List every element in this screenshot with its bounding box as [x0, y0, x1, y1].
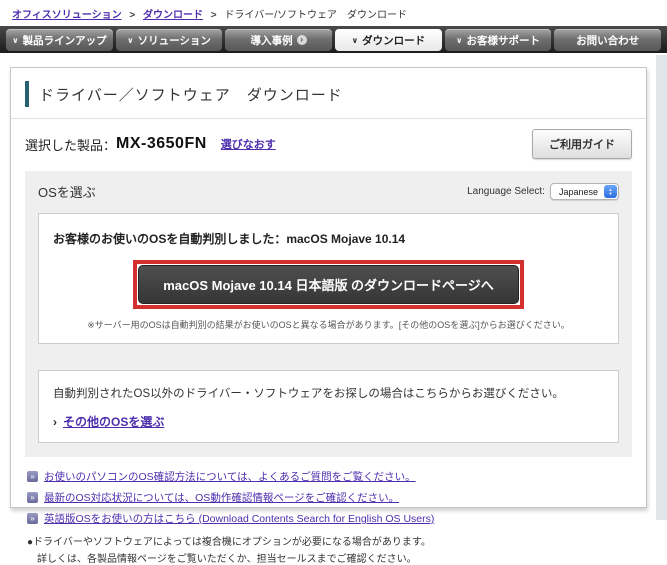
selected-product-row: 選択した製品： MX-3650FN 選びなおす ご利用ガイド — [11, 119, 646, 169]
other-os-box: 自動判別されたOS以外のドライバー・ソフトウェアをお探しの場合はこちらからお選び… — [38, 370, 619, 443]
breadcrumb-link-office-solution[interactable]: オフィスソリューション — [12, 10, 122, 21]
tab-case-studies[interactable]: 導入事例 › — [225, 29, 333, 51]
os-section-header: OSを選ぶ Language Select: Japanese ▲ ▼ — [38, 182, 619, 201]
main-nav: ∨ 製品ラインアップ ∨ ソリューション 導入事例 › ∨ ダウンロード ∨ お… — [0, 26, 667, 53]
footer-link-os-compatibility[interactable]: 最新のOS対応状況については、OS動作確認情報ページをご確認ください。 — [44, 490, 399, 505]
tab-label: お客様サポート — [466, 34, 541, 47]
other-os-link-row: › その他のOSを選ぶ — [53, 413, 604, 430]
language-select[interactable]: Japanese ▲ ▼ — [549, 183, 619, 200]
page-edge-strip — [656, 55, 667, 520]
content-panel: ドライバー／ソフトウェア ダウンロード 選択した製品： MX-3650FN 選び… — [10, 67, 647, 565]
help-links-area: » お使いのパソコンのOS確認方法については、よくあるご質問をご覧ください。 »… — [11, 467, 646, 565]
arrow-right-icon: › — [53, 414, 57, 429]
os-select-section: OSを選ぶ Language Select: Japanese ▲ ▼ お客様の… — [25, 171, 632, 457]
tab-solution[interactable]: ∨ ソリューション — [115, 29, 223, 51]
chevron-down-icon: ∨ — [351, 35, 359, 45]
link-arrow-icon: » — [27, 492, 38, 503]
detected-os-message: お客様のお使いのOSを自動判別しました：macOS Mojave 10.14 — [53, 232, 406, 246]
tab-label: 導入事例 — [250, 34, 293, 47]
tab-label: 製品ラインアップ — [22, 34, 107, 47]
os-section-title: OSを選ぶ — [38, 185, 96, 200]
tab-download[interactable]: ∨ ダウンロード — [335, 29, 442, 51]
usage-guide-button[interactable]: ご利用ガイド — [532, 129, 632, 159]
footer-link-row: » お使いのパソコンのOS確認方法については、よくあるご質問をご覧ください。 — [27, 469, 630, 484]
download-button-highlight-frame: macOS Mojave 10.14 日本語版 のダウンロードページへ — [133, 260, 524, 309]
reselect-product-link[interactable]: 選びなおす — [221, 136, 276, 152]
option-note-line1: ●ドライバーやソフトウェアによっては複合機にオプションが必要になる場合があります… — [27, 537, 431, 548]
footer-link-english-os[interactable]: 英語版OSをお使いの方はこちら (Download Contents Searc… — [44, 511, 434, 526]
option-note-line2: 詳しくは、各製品情報ページをご覧いただくか、担当セールスまでご確認ください。 — [37, 554, 417, 565]
language-select-group: Language Select: Japanese ▲ ▼ — [467, 183, 619, 200]
chevron-down-icon: ∨ — [127, 35, 134, 45]
select-arrows-icon: ▲ ▼ — [604, 185, 617, 198]
selected-product-name: MX-3650FN — [116, 135, 207, 152]
selected-product-label: 選択した製品： — [25, 137, 117, 153]
breadcrumb-separator: > — [129, 10, 136, 21]
breadcrumb-current: ドライバー/ソフトウェア ダウンロード — [224, 10, 407, 21]
language-select-label: Language Select: — [467, 186, 545, 197]
breadcrumb: オフィスソリューション > ダウンロード > ドライバー/ソフトウェア ダウンロ… — [0, 0, 667, 26]
title-accent-bar — [25, 81, 29, 107]
link-arrow-icon: » — [27, 471, 38, 482]
chevron-down-icon: ∨ — [456, 35, 463, 45]
select-down-arrow: ▼ — [608, 190, 613, 196]
tab-contact[interactable]: お問い合わせ — [554, 29, 662, 51]
tab-customer-support[interactable]: ∨ お客様サポート — [444, 29, 552, 51]
breadcrumb-link-download[interactable]: ダウンロード — [143, 10, 203, 21]
tab-label: ソリューション — [137, 34, 211, 47]
external-link-icon: › — [296, 35, 307, 45]
detected-os-box: お客様のお使いのOSを自動判別しました：macOS Mojave 10.14 m… — [38, 213, 619, 344]
os-download-page-button[interactable]: macOS Mojave 10.14 日本語版 のダウンロードページへ — [138, 265, 519, 304]
language-select-value: Japanese — [558, 186, 598, 197]
breadcrumb-separator: > — [210, 10, 217, 21]
tab-product-lineup[interactable]: ∨ 製品ラインアップ — [6, 29, 113, 51]
page-title-row: ドライバー／ソフトウェア ダウンロード — [11, 68, 646, 119]
other-os-link[interactable]: その他のOSを選ぶ — [63, 413, 164, 430]
footer-link-row: » 最新のOS対応状況については、OS動作確認情報ページをご確認ください。 — [27, 490, 630, 505]
tab-label: お問い合わせ — [576, 34, 640, 47]
footer-link-os-check-faq[interactable]: お使いのパソコンのOS確認方法については、よくあるご質問をご覧ください。 — [44, 469, 416, 484]
server-os-note: ※サーバー用のOSは自動判別の結果がお使いのOSと異なる場合があります。[その他… — [87, 320, 570, 330]
link-arrow-icon: » — [27, 513, 38, 524]
chevron-down-icon: ∨ — [12, 35, 19, 45]
footer-link-row: » 英語版OSをお使いの方はこちら (Download Contents Sea… — [27, 511, 630, 526]
tab-label: ダウンロード — [362, 34, 426, 47]
other-os-message: 自動判別されたOS以外のドライバー・ソフトウェアをお探しの場合はこちらからお選び… — [53, 388, 564, 400]
page-title: ドライバー／ソフトウェア ダウンロード — [39, 86, 343, 104]
